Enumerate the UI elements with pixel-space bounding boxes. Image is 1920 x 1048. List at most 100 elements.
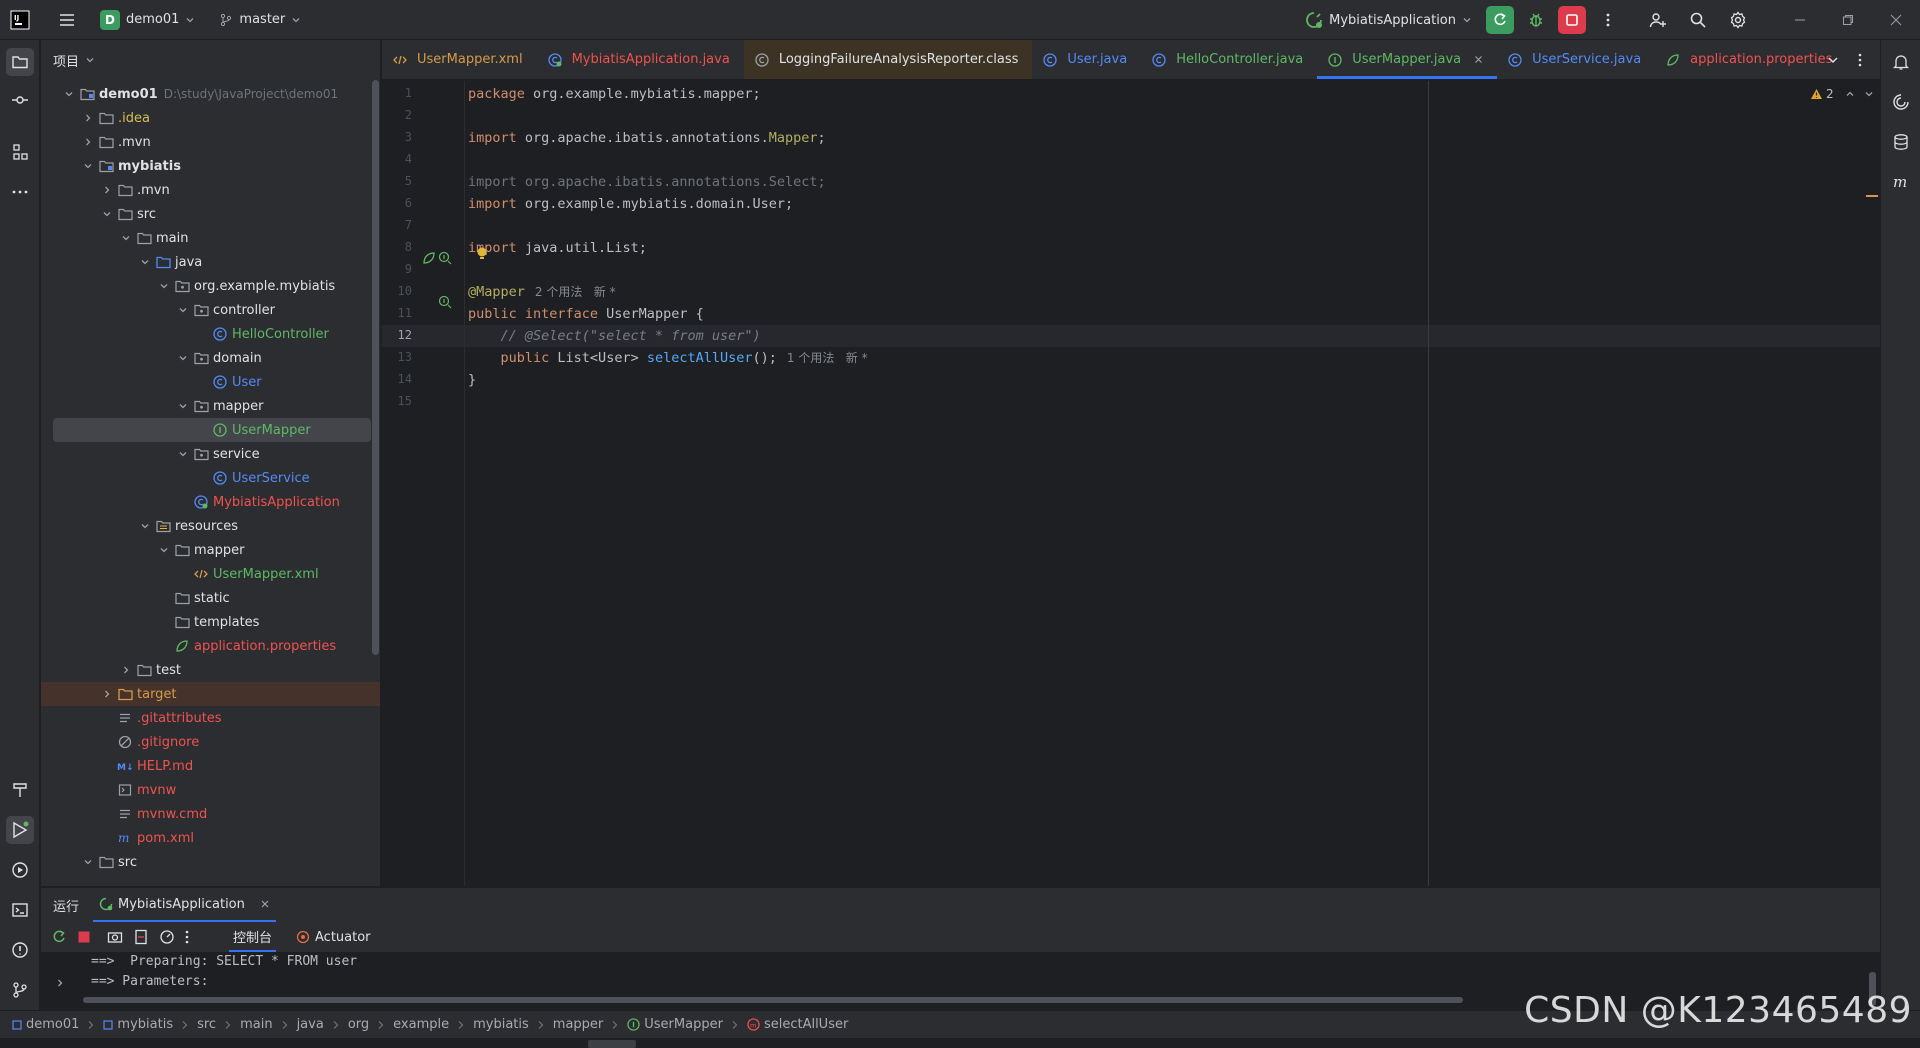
git-tool-button[interactable] [6,976,34,1004]
console-tab[interactable]: 控制台 [229,922,277,952]
tree-item[interactable]: mvnw [41,778,380,802]
tree-item[interactable]: application.properties [41,634,380,658]
editor-tab[interactable]: application.properties [1655,40,1846,79]
tree-item[interactable]: mvnw.cmd [41,802,380,826]
editor-tab[interactable]: LoggingFailureAnalysisReporter.class [743,40,1033,79]
usage-inlay-hint[interactable]: 1 个用法 新 * [787,351,868,365]
chevron-down-icon[interactable] [175,446,191,462]
more-tools-button[interactable] [6,178,34,206]
console-h-scrollbar[interactable] [83,997,1463,1003]
chevron-right-icon[interactable] [80,134,96,150]
more-actions-button[interactable] [1594,6,1622,34]
ai-assistant-tool-button[interactable] [1887,88,1915,116]
tree-item[interactable]: controller [41,298,380,322]
notifications-tool-button[interactable] [1887,48,1915,76]
project-switcher[interactable]: D demo01 [94,6,201,34]
tree-item[interactable]: .mvn [41,178,380,202]
tree-item[interactable]: org.example.mybiatis [41,274,380,298]
chevron-right-icon[interactable] [99,686,115,702]
editor-tab[interactable]: UserService.java [1497,40,1655,79]
tree-item[interactable]: M↓ HELP.md [41,754,380,778]
tree-item[interactable]: .gitattributes [41,706,380,730]
database-tool-button[interactable] [1887,128,1915,156]
breadcrumb-item[interactable]: java [297,1017,324,1032]
error-stripe-marker[interactable] [1866,195,1878,197]
breadcrumb-item[interactable]: m selectAllUser [747,1017,848,1032]
editor-tab[interactable]: HelloController.java [1141,40,1317,79]
restore-button[interactable] [1824,0,1872,40]
breadcrumb-item[interactable]: mapper [553,1017,603,1032]
vcs-branch-switcher[interactable]: master [213,6,307,34]
breadcrumb-item[interactable]: UserMapper [627,1017,723,1032]
project-tree-scrollbar[interactable] [372,80,379,655]
editor-tab[interactable]: MybiatisApplication.java [537,40,744,79]
tree-item[interactable]: service [41,442,380,466]
code-with-me-button[interactable] [1644,6,1672,34]
tree-item[interactable]: MybiatisApplication [41,490,380,514]
tree-item[interactable]: src [41,850,380,874]
chevron-down-icon[interactable] [80,854,96,870]
project-tool-button[interactable] [6,48,34,76]
chevron-right-icon[interactable] [99,182,115,198]
run-tool-button[interactable] [6,816,34,844]
tree-item[interactable]: test [41,658,380,682]
exit-icon[interactable] [133,929,149,945]
editor-tab[interactable]: UserMapper.xml [382,40,537,79]
intention-bulb-icon[interactable] [476,247,488,261]
tabs-dropdown-button[interactable] [1823,50,1843,70]
tree-item[interactable]: java [41,250,380,274]
tree-item[interactable]: mapper [41,394,380,418]
debug-button[interactable] [1522,6,1550,34]
usage-inlay-hint[interactable]: 2 个用法 新 * [535,285,616,299]
chevron-right-icon[interactable] [118,662,134,678]
camera-icon[interactable] [107,929,123,945]
chevron-down-icon[interactable] [61,86,77,102]
chevron-down-icon[interactable] [137,254,153,270]
maven-tool-button[interactable]: m [1887,168,1915,196]
rerun-button[interactable] [1486,6,1514,34]
tree-item[interactable]: templates [41,610,380,634]
spring-bean-gutter-icon[interactable] [422,251,436,265]
terminal-tool-button[interactable] [6,896,34,924]
search-everywhere-button[interactable] [1684,6,1712,34]
chevron-down-icon[interactable] [118,230,134,246]
editor-tab[interactable]: UserMapper.java [1317,40,1497,79]
structure-tool-button[interactable] [6,138,34,166]
tree-item[interactable]: UserMapper [53,418,371,442]
app-logo[interactable]: IJ [6,6,34,34]
build-tool-button[interactable] [6,776,34,804]
chevron-down-icon[interactable] [156,278,172,294]
tree-item[interactable]: target [41,682,380,706]
tree-item[interactable]: src [41,202,380,226]
breadcrumb-item[interactable]: mybiatis [103,1017,173,1032]
services-tool-button[interactable] [6,856,34,884]
commit-tool-button[interactable] [6,86,34,114]
tree-item[interactable]: .mvn [41,130,380,154]
stop-button[interactable] [1558,6,1586,34]
tree-item[interactable]: UserService [41,466,380,490]
chevron-down-icon[interactable] [175,302,191,318]
close-icon[interactable] [1474,55,1483,64]
scroll-thumb[interactable] [588,1040,636,1048]
breadcrumb-item[interactable]: mybiatis [473,1017,529,1032]
actuator-tab[interactable]: Actuator [296,922,371,952]
implementation-gutter-icon[interactable] [438,251,452,265]
close-window-button[interactable] [1872,0,1920,40]
chevron-down-icon[interactable] [99,206,115,222]
project-panel-header[interactable]: 项目 [41,40,380,80]
implementation-gutter-icon[interactable] [438,295,452,309]
tree-item[interactable]: User [41,370,380,394]
tree-item[interactable]: static [41,586,380,610]
chevron-right-icon[interactable] [80,110,96,126]
tree-item[interactable]: resources [41,514,380,538]
breadcrumb-item[interactable]: demo01 [12,1017,79,1032]
rerun-icon[interactable] [51,929,67,945]
tree-item[interactable]: domain [41,346,380,370]
breadcrumb-item[interactable]: main [240,1017,272,1032]
code-editor[interactable]: 1 package org.example.mybiatis.mapper; 2 3 i… [382,81,1880,886]
breadcrumb-item[interactable]: example [393,1017,449,1032]
chevron-down-icon[interactable] [175,350,191,366]
chevron-down-icon[interactable] [137,518,153,534]
more-vertical-icon[interactable] [185,930,189,944]
chevron-down-icon[interactable] [175,398,191,414]
